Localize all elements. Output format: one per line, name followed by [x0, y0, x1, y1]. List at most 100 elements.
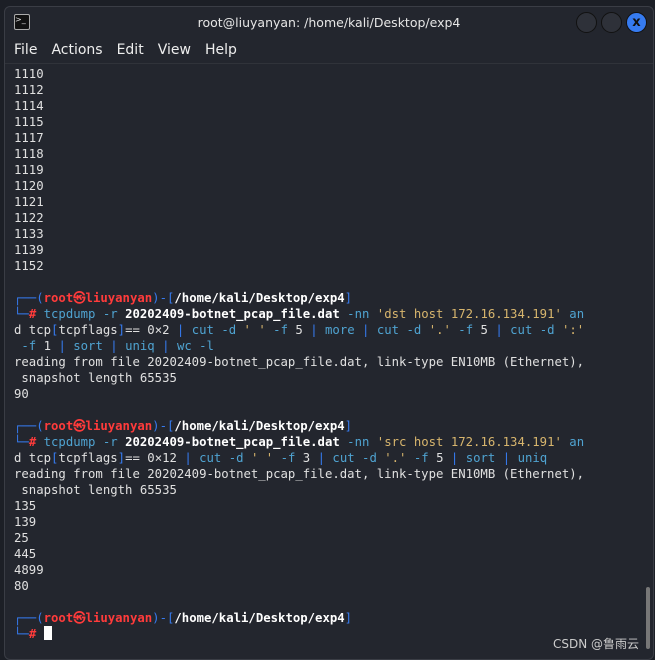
text-segment: |	[310, 323, 326, 337]
terminal-line: └─# tcpdump -r 20202409-botnet_pcap_file…	[14, 434, 639, 450]
text-segment: reading from file 20202409-botnet_pcap_f…	[14, 467, 585, 481]
terminal-icon: >_	[14, 14, 30, 30]
text-segment: /home/kali/Desktop/exp4	[174, 291, 345, 305]
output-line: 1114	[14, 99, 44, 113]
output-line: 1152	[14, 259, 44, 273]
text-segment: cut -d	[510, 323, 562, 337]
output-line: 1119	[14, 163, 44, 177]
text-segment: 445	[14, 547, 37, 561]
terminal-line: d tcp[tcpflags]== 0×12 | cut -d ' ' -f 3…	[14, 450, 639, 466]
text-segment: ':'	[561, 323, 585, 337]
text-segment: snapshot length 65535	[14, 371, 177, 385]
text-segment: |	[495, 323, 511, 337]
text-segment: 3	[302, 451, 318, 465]
terminal-line: ┌──(root㉿liuyanyan)-[/home/kali/Desktop/…	[14, 610, 639, 626]
terminal-line: 139	[14, 514, 639, 530]
text-segment: |	[162, 339, 177, 353]
menu-help[interactable]: Help	[205, 42, 237, 58]
text-segment: ┌──(	[14, 611, 44, 625]
menu-edit[interactable]: Edit	[117, 42, 144, 58]
terminal-line: 4899	[14, 562, 639, 578]
text-segment: ]	[344, 611, 353, 625]
terminal-window: >_ root@liuyanyan: /home/kali/Desktop/ex…	[4, 6, 654, 660]
terminal-line: ┌──(root㉿liuyanyan)-[/home/kali/Desktop/…	[14, 418, 639, 434]
text-segment: -f	[406, 451, 437, 465]
text-segment: 4899	[14, 563, 44, 577]
window-title: root@liuyanyan: /home/kali/Desktop/exp4	[197, 14, 461, 30]
output-line: 1122	[14, 211, 44, 225]
title-bar: >_ root@liuyanyan: /home/kali/Desktop/ex…	[5, 7, 653, 37]
terminal-line: 25	[14, 530, 639, 546]
menu-file[interactable]: File	[14, 42, 37, 58]
text-segment: -f	[265, 323, 296, 337]
text-segment: #	[28, 627, 44, 641]
text-segment: #	[28, 307, 44, 321]
menu-bar: File Actions Edit View Help	[5, 37, 653, 64]
menu-actions[interactable]: Actions	[51, 42, 102, 58]
text-segment: 5	[295, 323, 311, 337]
output-line: 1133	[14, 227, 44, 241]
scrollbar[interactable]	[646, 587, 650, 649]
text-segment: cut -d	[332, 451, 385, 465]
text-segment: ┌──(	[14, 419, 44, 433]
text-segment: d tcp	[14, 323, 52, 337]
text-segment: 5	[436, 451, 451, 465]
text-segment: uniq	[517, 451, 548, 465]
terminal-output[interactable]: 1110 1112 1114 1115 1117 1118 1119 1120 1121 1122…	[14, 66, 639, 642]
terminal-line: ┌──(root㉿liuyanyan)-[/home/kali/Desktop/…	[14, 290, 639, 306]
text-segment: wc -l	[176, 339, 214, 353]
text-segment: root㉿liuyanyan	[43, 291, 153, 305]
maximize-button[interactable]	[601, 12, 622, 33]
terminal-line: 80	[14, 578, 639, 594]
menu-view[interactable]: View	[158, 42, 191, 58]
text-segment: '.'	[384, 451, 407, 465]
output-line: 1139	[14, 243, 44, 257]
text-segment: -f	[273, 451, 303, 465]
text-segment: |	[184, 451, 200, 465]
text-segment: )-[	[152, 291, 175, 305]
text-segment: )-[	[152, 611, 175, 625]
text-segment: == 0×2	[125, 323, 177, 337]
text-segment: == 0×12	[125, 451, 185, 465]
text-segment: root㉿liuyanyan	[43, 419, 153, 433]
terminal-line: └─# tcpdump -r 20202409-botnet_pcap_file…	[14, 306, 639, 322]
output-line: 1118	[14, 147, 44, 161]
text-segment: |	[317, 451, 333, 465]
text-segment: 1	[43, 339, 59, 353]
output-line: 1110	[14, 67, 44, 81]
close-button[interactable]: x	[626, 12, 647, 33]
watermark: CSDN @鲁雨云	[552, 637, 639, 651]
text-segment: └─	[14, 435, 29, 449]
terminal-line: reading from file 20202409-botnet_pcap_f…	[14, 354, 639, 370]
text-segment: 20202409-botnet_pcap_file.dat	[125, 307, 340, 321]
text-segment: 'dst host 172.16.134.191'	[376, 307, 562, 321]
text-segment: root㉿liuyanyan	[43, 611, 153, 625]
text-segment: sort	[465, 451, 503, 465]
output-line: 1112	[14, 83, 44, 97]
text-segment: /home/kali/Desktop/exp4	[174, 611, 345, 625]
text-segment: 135	[14, 499, 37, 513]
terminal-line: d tcp[tcpflags]== 0×2 | cut -d ' ' -f 5 …	[14, 322, 639, 338]
text-segment: tcpdump -r	[43, 435, 126, 449]
terminal-line: 445	[14, 546, 639, 562]
text-segment: |	[450, 451, 466, 465]
output-line: 1121	[14, 195, 44, 209]
text-segment: cut -d	[376, 323, 429, 337]
text-segment: cut -d	[199, 451, 251, 465]
terminal-line: └─#	[14, 626, 639, 642]
text-segment: an	[561, 307, 585, 321]
terminal-line: snapshot length 65535	[14, 482, 639, 498]
terminal-line: 135	[14, 498, 639, 514]
text-segment: reading from file 20202409-botnet_pcap_f…	[14, 355, 585, 369]
text-segment: 'src host 172.16.134.191'	[376, 435, 562, 449]
minimize-button[interactable]	[576, 12, 597, 33]
text-segment: ]	[117, 323, 126, 337]
text-segment: more	[325, 323, 363, 337]
terminal-line: -f 1 | sort | uniq | wc -l	[14, 338, 639, 354]
terminal-line: reading from file 20202409-botnet_pcap_f…	[14, 466, 639, 482]
text-segment: d tcp	[14, 451, 52, 465]
output-line: 1117	[14, 131, 44, 145]
terminal-line: snapshot length 65535	[14, 370, 639, 386]
cursor	[43, 626, 52, 640]
